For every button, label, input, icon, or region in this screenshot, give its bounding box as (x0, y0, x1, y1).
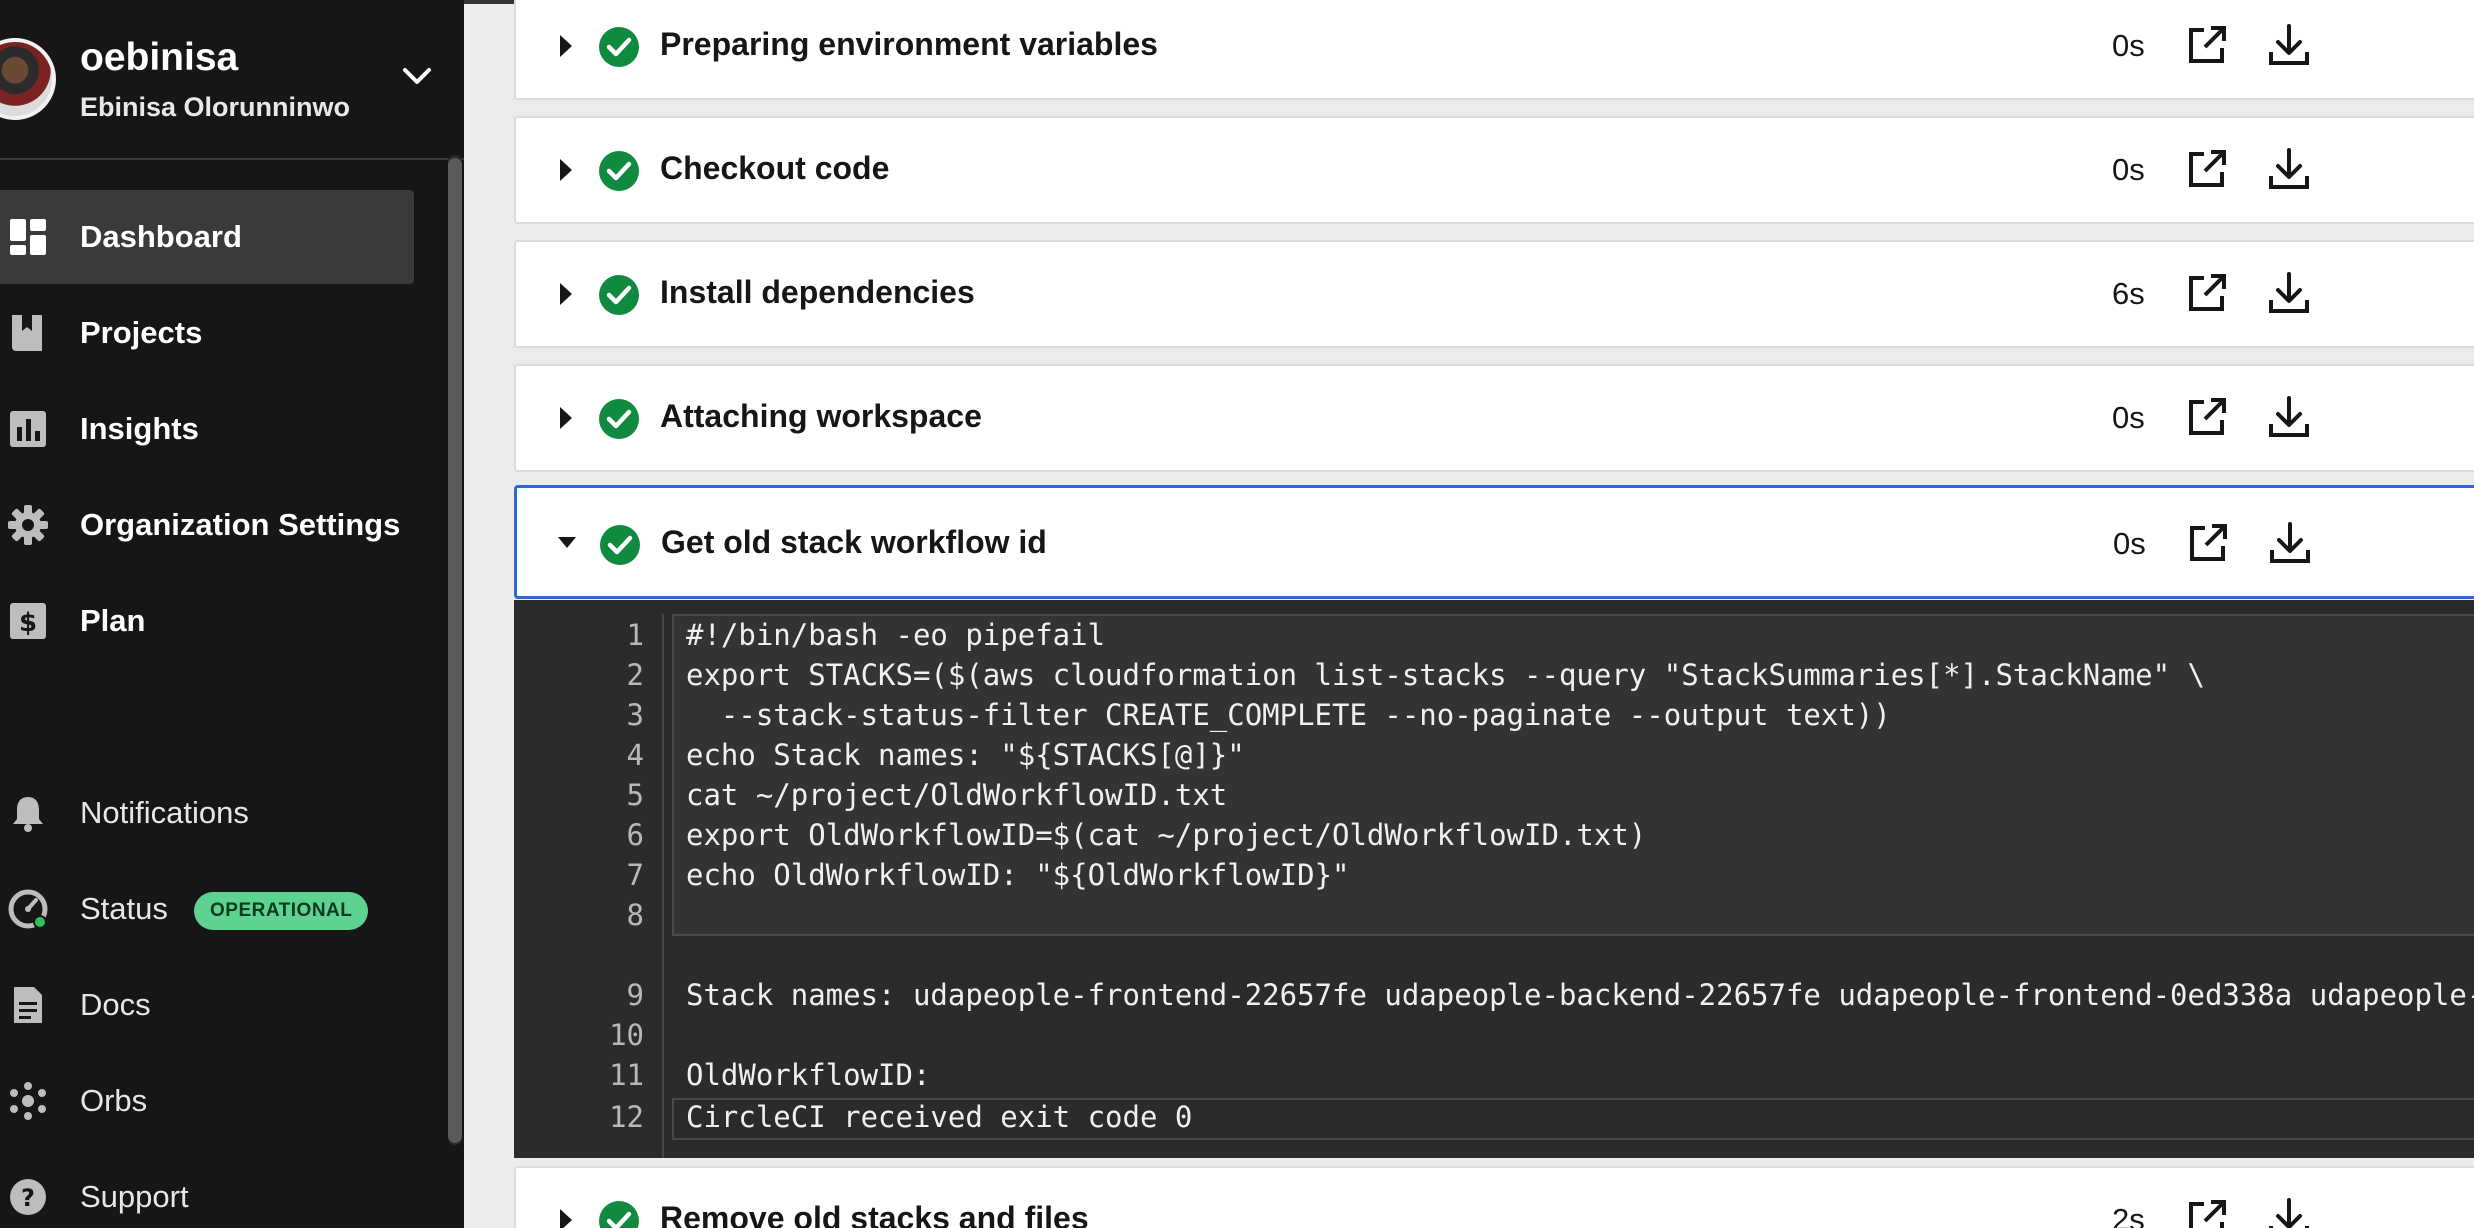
sidebar-item-label: Projects (80, 315, 203, 350)
caret-right-icon[interactable] (556, 32, 576, 60)
sidebar-item-organization-settings[interactable]: Organization Settings (0, 478, 414, 572)
sidebar-item-projects[interactable]: Projects (0, 286, 414, 380)
user-full-name: Ebinisa Olorunninwo (80, 92, 350, 122)
avatar[interactable] (0, 38, 56, 120)
log-line: 12 CircleCI received exit code 0 (609, 1100, 1193, 1134)
caret-down-icon[interactable] (557, 528, 577, 556)
status-badge: OPERATIONAL (194, 892, 369, 930)
log-line: 9 Stack names: udapeople-frontend-22657fe… (626, 978, 2474, 1012)
success-check-icon (599, 151, 639, 191)
sidebar-item-support[interactable]: ? Support (0, 1150, 414, 1228)
step-title: Preparing environment variables (660, 26, 1158, 62)
svg-text:?: ? (21, 1184, 35, 1212)
sidebar-item-label: Support (80, 1179, 189, 1214)
gear-icon (8, 505, 48, 545)
log-line: 5 cat ~/project/OldWorkflowID.txt (626, 778, 1228, 812)
gauge-icon (8, 889, 48, 929)
step-duration: 0s (2113, 526, 2146, 561)
download-icon[interactable] (2266, 1196, 2312, 1228)
sidebar-item-orbs[interactable]: Orbs (0, 1054, 414, 1148)
download-icon[interactable] (2267, 520, 2313, 566)
sidebar-item-insights[interactable]: Insights (0, 382, 414, 476)
log-line: 1 #!/bin/bash -eo pipefail (626, 618, 1106, 652)
step-duration: 0s (2112, 28, 2145, 63)
step-get-old-stack-workflow-id[interactable]: Get old stack workflow id 0s (514, 485, 2474, 599)
success-check-icon (599, 1201, 639, 1228)
step-remove-old-stacks-and-files[interactable]: Remove old stacks and files 2s (514, 1166, 2474, 1228)
step-checkout-code[interactable]: Checkout code 0s (514, 116, 2474, 224)
username: oebinisa (80, 36, 239, 79)
step-attaching-workspace[interactable]: Attaching workspace 0s (514, 364, 2474, 472)
log-line: 2 export STACKS=($(aws cloudformation lis… (626, 658, 2205, 692)
download-icon[interactable] (2266, 22, 2312, 68)
success-check-icon (599, 399, 639, 439)
step-duration: 0s (2112, 152, 2145, 187)
log-line: 7 echo OldWorkflowID: "${OldWorkflowID}" (626, 858, 1350, 892)
user-menu[interactable]: oebinisa Ebinisa Olorunninwo (0, 0, 464, 160)
download-icon[interactable] (2266, 394, 2312, 440)
sidebar-scrollbar-thumb[interactable] (448, 158, 462, 1143)
sidebar-item-docs[interactable]: Docs (0, 958, 414, 1052)
log-line: 3 --stack-status-filter CREATE_COMPLETE … (626, 698, 1891, 732)
sidebar-item-label: Organization Settings (80, 507, 401, 542)
step-install-dependencies[interactable]: Install dependencies 6s (514, 240, 2474, 348)
sidebar-item-label: Docs (80, 987, 151, 1022)
success-check-icon (600, 525, 640, 565)
chevron-down-icon[interactable] (402, 66, 432, 88)
caret-right-icon[interactable] (556, 404, 576, 432)
job-steps-panel: Preparing environment variables 0s Check… (464, 0, 2474, 1228)
download-icon[interactable] (2266, 146, 2312, 192)
download-icon[interactable] (2266, 270, 2312, 316)
success-check-icon (599, 27, 639, 67)
caret-right-icon[interactable] (556, 280, 576, 308)
sidebar-item-label: Dashboard (80, 219, 242, 254)
document-icon (8, 985, 48, 1025)
step-title: Get old stack workflow id (661, 524, 1047, 560)
bell-icon (8, 793, 48, 833)
log-line: 10 (609, 1018, 644, 1052)
dashboard-icon (8, 217, 48, 257)
log-line: 4 echo Stack names: "${STACKS[@]}" (626, 738, 1245, 772)
open-external-icon[interactable] (2186, 396, 2228, 438)
sidebar-item-label: Plan (80, 603, 146, 638)
dollar-icon: $ (8, 601, 48, 641)
step-duration: 2s (2112, 1202, 2145, 1228)
step-title: Remove old stacks and files (660, 1200, 1089, 1228)
sidebar-item-notifications[interactable]: Notifications (0, 766, 414, 860)
step-preparing-environment-variables[interactable]: Preparing environment variables 0s (514, 0, 2474, 100)
step-title: Checkout code (660, 150, 890, 186)
open-external-icon[interactable] (2186, 1198, 2228, 1228)
log-line: 6 export OldWorkflowID=$(cat ~/project/Ol… (626, 818, 1647, 852)
caret-right-icon[interactable] (556, 156, 576, 184)
sidebar-item-label: Insights (80, 411, 199, 446)
step-output-log[interactable]: 1 #!/bin/bash -eo pipefail 2 export STACKS… (514, 600, 2474, 1158)
step-title: Install dependencies (660, 274, 975, 310)
sidebar-item-label: Orbs (80, 1083, 148, 1118)
open-external-icon[interactable] (2187, 522, 2229, 564)
help-icon: ? (8, 1177, 48, 1217)
bar-chart-icon (8, 409, 48, 449)
step-title: Attaching workspace (660, 398, 982, 434)
log-line: 8 (626, 898, 644, 932)
sidebar-item-plan[interactable]: $ Plan (0, 574, 414, 668)
open-external-icon[interactable] (2186, 272, 2228, 314)
svg-text:$: $ (19, 608, 37, 638)
book-icon (8, 313, 48, 353)
open-external-icon[interactable] (2186, 24, 2228, 66)
open-external-icon[interactable] (2186, 148, 2228, 190)
step-duration: 6s (2112, 276, 2145, 311)
success-check-icon (599, 275, 639, 315)
orbs-icon (8, 1081, 48, 1121)
log-line: 11 OldWorkflowID: (609, 1058, 931, 1092)
sidebar-item-label: Status (80, 891, 168, 926)
caret-right-icon[interactable] (556, 1206, 576, 1228)
sidebar: oebinisa Ebinisa Olorunninwo Dashboard P… (0, 0, 464, 1228)
sidebar-item-dashboard[interactable]: Dashboard (0, 190, 414, 284)
sidebar-item-label: Notifications (80, 795, 249, 830)
step-duration: 0s (2112, 400, 2145, 435)
